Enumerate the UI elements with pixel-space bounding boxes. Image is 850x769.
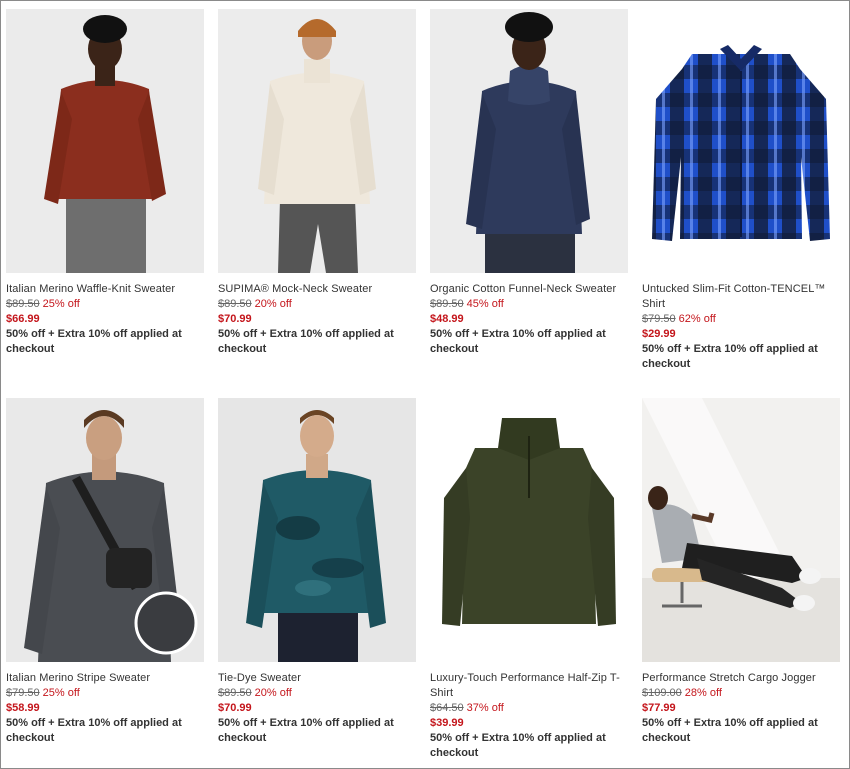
- discount-percent: 45% off: [466, 298, 504, 310]
- promo-text: 50% off + Extra 10% off applied at check…: [642, 717, 818, 744]
- product-image[interactable]: [218, 9, 416, 273]
- original-price: $89.50: [6, 298, 40, 310]
- sale-price: $58.99: [6, 702, 40, 714]
- product-name[interactable]: Italian Merino Stripe Sweater: [6, 671, 206, 686]
- product-card[interactable]: Italian Merino Stripe Sweater $79.50 25% …: [6, 398, 206, 746]
- original-price: $109.00: [642, 687, 682, 699]
- original-price: $89.50: [218, 298, 252, 310]
- product-name[interactable]: Performance Stretch Cargo Jogger: [642, 671, 842, 686]
- product-name[interactable]: Tie-Dye Sweater: [218, 671, 418, 686]
- product-name[interactable]: Italian Merino Waffle-Knit Sweater: [6, 282, 206, 297]
- sale-price: $70.99: [218, 702, 252, 714]
- promo-text: 50% off + Extra 10% off applied at check…: [642, 343, 818, 370]
- product-card[interactable]: Organic Cotton Funnel-Neck Sweater $89.5…: [430, 9, 630, 357]
- product-card[interactable]: SUPIMA® Mock-Neck Sweater $89.50 20% off …: [218, 9, 418, 357]
- original-price: $79.50: [642, 313, 676, 325]
- sale-price: $48.99: [430, 313, 464, 325]
- sale-price: $70.99: [218, 313, 252, 325]
- discount-percent: 20% off: [254, 687, 292, 699]
- discount-percent: 62% off: [678, 313, 716, 325]
- product-card[interactable]: Performance Stretch Cargo Jogger $109.00…: [642, 398, 842, 746]
- promo-text: 50% off + Extra 10% off applied at check…: [218, 328, 394, 355]
- product-image[interactable]: [430, 9, 628, 273]
- product-name[interactable]: SUPIMA® Mock-Neck Sweater: [218, 282, 418, 297]
- product-name[interactable]: Organic Cotton Funnel-Neck Sweater: [430, 282, 630, 297]
- product-image[interactable]: [642, 398, 840, 662]
- original-price: $79.50: [6, 687, 40, 699]
- product-image[interactable]: [430, 398, 628, 662]
- product-image[interactable]: [642, 9, 840, 273]
- product-card[interactable]: Untucked Slim-Fit Cotton-TENCEL™ Shirt $…: [642, 9, 842, 372]
- original-price: $89.50: [430, 298, 464, 310]
- promo-text: 50% off + Extra 10% off applied at check…: [430, 328, 606, 355]
- product-card[interactable]: Luxury-Touch Performance Half-Zip T-Shir…: [430, 398, 630, 761]
- discount-percent: 37% off: [466, 702, 504, 714]
- product-image[interactable]: [218, 398, 416, 662]
- original-price: $64.50: [430, 702, 464, 714]
- promo-text: 50% off + Extra 10% off applied at check…: [430, 732, 606, 759]
- sale-price: $29.99: [642, 328, 676, 340]
- product-card[interactable]: Italian Merino Waffle-Knit Sweater $89.5…: [6, 9, 206, 357]
- sale-price: $66.99: [6, 313, 40, 325]
- sale-price: $77.99: [642, 702, 676, 714]
- promo-text: 50% off + Extra 10% off applied at check…: [6, 717, 182, 744]
- promo-text: 50% off + Extra 10% off applied at check…: [218, 717, 394, 744]
- discount-percent: 25% off: [42, 687, 80, 699]
- product-name[interactable]: Luxury-Touch Performance Half-Zip T-Shir…: [430, 671, 630, 701]
- promo-text: 50% off + Extra 10% off applied at check…: [6, 328, 182, 355]
- product-name[interactable]: Untucked Slim-Fit Cotton-TENCEL™ Shirt: [642, 282, 842, 312]
- discount-percent: 20% off: [254, 298, 292, 310]
- product-image[interactable]: [6, 9, 204, 273]
- discount-percent: 25% off: [42, 298, 80, 310]
- product-card[interactable]: Tie-Dye Sweater $89.50 20% off $70.99 50%…: [218, 398, 418, 746]
- sale-price: $39.99: [430, 717, 464, 729]
- original-price: $89.50: [218, 687, 252, 699]
- product-image[interactable]: [6, 398, 204, 662]
- discount-percent: 28% off: [684, 687, 722, 699]
